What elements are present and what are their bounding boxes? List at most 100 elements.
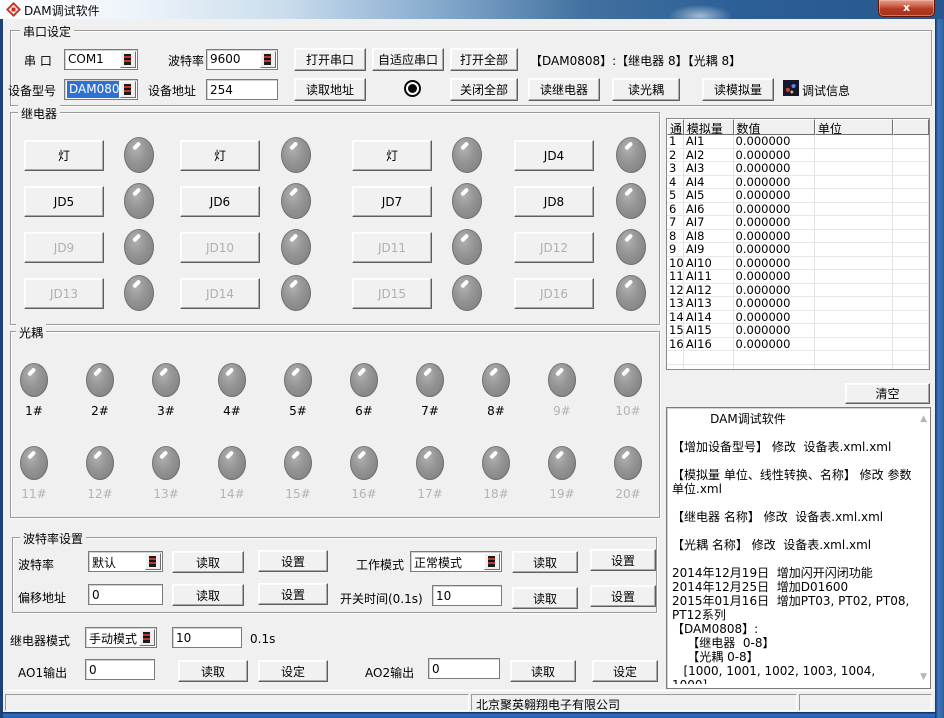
baud-read-button[interactable]: 读取 [172, 551, 244, 573]
analog-cell [815, 162, 893, 176]
relay-button-8[interactable]: JD8 [514, 186, 594, 217]
analog-cell [667, 351, 684, 365]
switch-time-input[interactable] [432, 585, 502, 606]
device-addr-input[interactable] [206, 79, 278, 100]
analog-cell [893, 351, 929, 365]
analog-cell [893, 365, 929, 371]
ao2-set-button[interactable]: 设定 [592, 660, 658, 682]
analog-row-6[interactable]: 6AI60.000000 [667, 203, 929, 217]
analog-cell [815, 230, 893, 244]
switch-time-read-button[interactable]: 读取 [512, 587, 578, 609]
ao2-input[interactable] [428, 658, 500, 679]
ao2-read-button[interactable]: 读取 [510, 660, 576, 682]
work-mode-dropdown-icon[interactable] [484, 553, 500, 570]
com-port-dropdown-icon[interactable] [120, 51, 136, 68]
relay-button-5[interactable]: JD5 [24, 186, 104, 217]
relay-button-10[interactable]: JD10 [180, 232, 260, 263]
baud2-select[interactable]: 默认 [88, 551, 163, 572]
relay-button-12[interactable]: JD12 [514, 232, 594, 263]
relay-button-7[interactable]: JD7 [352, 186, 432, 217]
analog-row-4[interactable]: 4AI40.000000 [667, 176, 929, 190]
read-addr-button[interactable]: 读取地址 [294, 78, 366, 101]
analog-cell: AI13 [684, 297, 734, 311]
work-mode-set-button[interactable]: 设置 [590, 549, 656, 571]
scroll-down-icon[interactable]: ▼ [920, 672, 927, 682]
ao1-read-button[interactable]: 读取 [178, 660, 248, 682]
analog-cell [893, 270, 929, 284]
analog-col-header-2[interactable]: 模拟量 [684, 119, 734, 135]
analog-col-header-3[interactable]: 数值 [734, 119, 815, 135]
read-relay-button[interactable]: 读继电器 [528, 78, 600, 101]
offset-addr-input[interactable] [88, 584, 163, 605]
analog-row-2[interactable]: 2AI20.000000 [667, 149, 929, 163]
analog-row-11[interactable]: 11AI110.000000 [667, 270, 929, 284]
ao2-label: AO2输出 [365, 664, 414, 681]
read-opto-button[interactable]: 读光耦 [612, 78, 680, 101]
analog-cell [893, 162, 929, 176]
baud-select[interactable]: 9600 [206, 49, 278, 70]
analog-col-header-1[interactable]: 通 [667, 119, 684, 135]
relay-button-15[interactable]: JD15 [352, 278, 432, 309]
analog-row-10[interactable]: 10AI100.000000 [667, 257, 929, 271]
analog-row-16[interactable]: 16AI160.000000 [667, 338, 929, 352]
analog-row-14[interactable]: 14AI140.000000 [667, 311, 929, 325]
analog-row-13[interactable]: 13AI130.000000 [667, 297, 929, 311]
relay-button-16[interactable]: JD16 [514, 278, 594, 309]
work-mode-select[interactable]: 正常模式 [410, 551, 502, 572]
analog-row-15[interactable]: 15AI150.000000 [667, 324, 929, 338]
baud-set-button[interactable]: 设置 [258, 550, 328, 572]
clear-button[interactable]: 清空 [845, 383, 930, 404]
relay-button-11[interactable]: JD11 [352, 232, 432, 263]
relay-button-6[interactable]: JD6 [180, 186, 260, 217]
read-analog-button[interactable]: 读模拟量 [702, 78, 774, 101]
analog-row-18[interactable] [667, 365, 929, 371]
baud2-dropdown-icon[interactable] [145, 553, 161, 570]
analog-row-8[interactable]: 8AI80.000000 [667, 230, 929, 244]
debug-info-icon[interactable] [783, 80, 799, 96]
log-panel[interactable]: DAM调试软件 【增加设备型号】 修改 设备表.xml.xml 【模拟量 单位、… [666, 407, 931, 689]
relay-mode-dropdown-icon[interactable] [139, 629, 155, 646]
close-button[interactable]: x [878, 0, 935, 17]
offset-read-button[interactable]: 读取 [172, 584, 244, 606]
baud-dropdown-icon[interactable] [260, 51, 276, 68]
analog-row-17[interactable] [667, 351, 929, 365]
relay-button-9[interactable]: JD9 [24, 232, 104, 263]
relay-button-2[interactable]: 灯 [180, 140, 260, 171]
analog-row-5[interactable]: 5AI50.000000 [667, 189, 929, 203]
relay-button-3[interactable]: 灯 [352, 140, 432, 171]
ao1-input[interactable] [85, 659, 155, 680]
switch-time-set-button[interactable]: 设置 [590, 585, 656, 607]
analog-cell [893, 189, 929, 203]
analog-cell: AI1 [684, 135, 734, 149]
title-bar[interactable]: DAM调试软件 x [0, 0, 944, 19]
switch-time-label: 开关时间(0.1s) [340, 590, 423, 607]
close-all-button[interactable]: 关闭全部 [450, 78, 518, 101]
analog-cell: 0.000000 [734, 135, 815, 149]
scroll-up-icon[interactable]: ▲ [920, 414, 927, 424]
com-port-select[interactable]: COM1 [64, 49, 138, 70]
adaptive-serial-button[interactable]: 自适应串口 [372, 48, 444, 71]
relay-button-13[interactable]: JD13 [24, 278, 104, 309]
relay-mode-time-input[interactable] [172, 627, 242, 648]
device-model-select[interactable]: DAM0808 [64, 79, 138, 100]
open-all-button[interactable]: 打开全部 [450, 48, 518, 71]
analog-row-1[interactable]: 1AI10.000000 [667, 135, 929, 149]
device-model-dropdown-icon[interactable] [120, 81, 136, 98]
analog-col-header-5[interactable] [893, 119, 929, 135]
status-panel-right [799, 694, 932, 711]
analog-row-7[interactable]: 7AI70.000000 [667, 216, 929, 230]
relay-button-14[interactable]: JD14 [180, 278, 260, 309]
relay-mode-select[interactable]: 手动模式 [85, 627, 157, 648]
analog-table[interactable]: 通模拟量数值单位1AI10.0000002AI20.0000003AI30.00… [666, 118, 930, 370]
offset-set-button[interactable]: 设置 [258, 583, 328, 605]
analog-row-12[interactable]: 12AI120.000000 [667, 284, 929, 298]
analog-cell: 0.000000 [734, 149, 815, 163]
relay-button-4[interactable]: JD4 [514, 140, 594, 171]
analog-row-3[interactable]: 3AI30.000000 [667, 162, 929, 176]
ao1-set-button[interactable]: 设定 [258, 660, 328, 682]
analog-col-header-4[interactable]: 单位 [815, 119, 893, 135]
work-mode-read-button[interactable]: 读取 [512, 551, 578, 573]
analog-row-9[interactable]: 9AI90.000000 [667, 243, 929, 257]
open-serial-button[interactable]: 打开串口 [294, 48, 366, 71]
relay-button-1[interactable]: 灯 [24, 140, 104, 171]
